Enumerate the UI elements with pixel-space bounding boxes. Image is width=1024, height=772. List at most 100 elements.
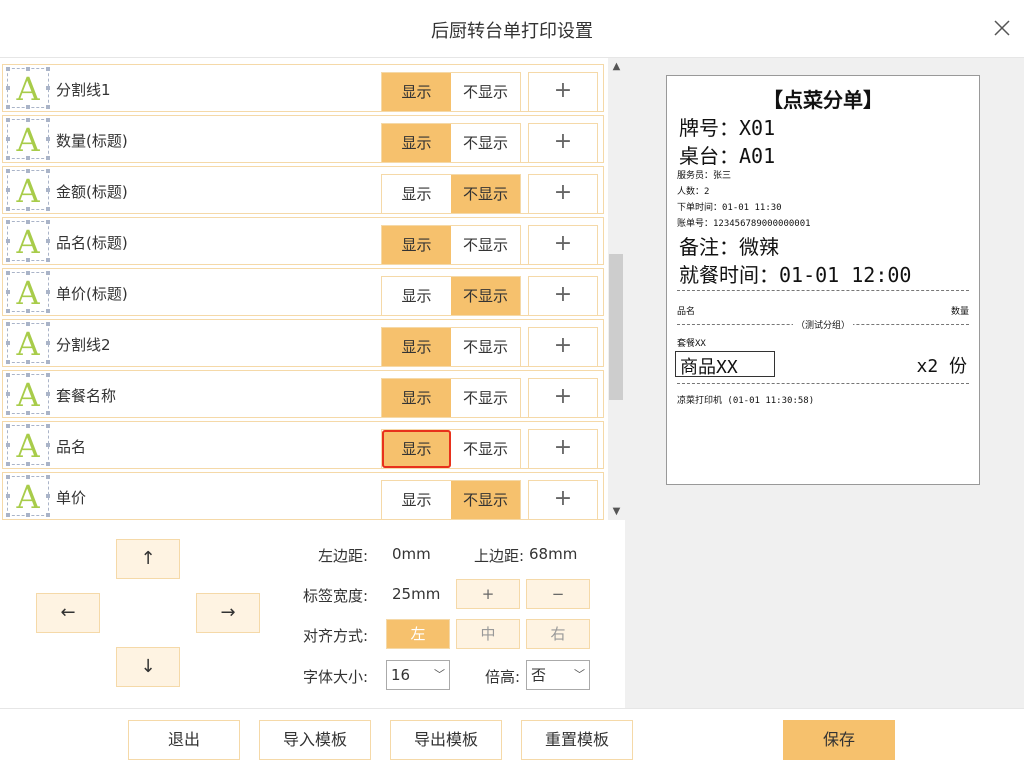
move-right-button[interactable]: → [196, 593, 260, 633]
arrow-left-icon: ← [60, 602, 76, 623]
icon-handle [46, 494, 50, 498]
show-button[interactable]: 显示 [382, 175, 451, 213]
arrow-up-icon: ↑ [140, 548, 156, 569]
hide-button[interactable]: 不显示 [451, 277, 520, 315]
hide-button[interactable]: 不显示 [451, 328, 520, 366]
show-button[interactable]: 显示 [382, 481, 451, 519]
icon-handle [6, 220, 10, 224]
show-button[interactable]: 显示 [382, 73, 451, 111]
icon-handle [46, 462, 50, 466]
add-field-button[interactable]: + [528, 276, 598, 316]
icon-handle [6, 188, 10, 192]
double-height-select[interactable]: 否 ﹀ [526, 660, 590, 690]
receipt-remark: 备注：微辣 [679, 235, 779, 259]
add-field-button[interactable]: + [528, 327, 598, 367]
icon-handle [26, 258, 30, 262]
receipt-item-name: 商品XX [680, 357, 738, 378]
icon-handle [6, 258, 10, 262]
font-size-select[interactable]: 16 ﹀ [386, 660, 450, 690]
move-up-button[interactable]: ↑ [116, 539, 180, 579]
add-field-button[interactable]: + [528, 225, 598, 265]
icon-handle [46, 137, 50, 141]
icon-handle [46, 392, 50, 396]
hide-button[interactable]: 不显示 [451, 73, 520, 111]
export-template-button[interactable]: 导出模板 [390, 720, 502, 760]
icon-handle [26, 322, 30, 326]
field-list-scrollbar[interactable]: ▲ ▼ [608, 58, 625, 520]
icon-handle [46, 309, 50, 313]
icon-handle [46, 169, 50, 173]
close-button[interactable] [990, 16, 1014, 40]
field-row: A 品名(标题) 显示 不显示 + [2, 217, 604, 265]
scroll-thumb[interactable] [609, 254, 623, 400]
field-row-label: 分割线1 [56, 81, 111, 99]
icon-handle [46, 411, 50, 415]
hide-button[interactable]: 不显示 [451, 124, 520, 162]
icon-handle [26, 411, 30, 415]
import-template-button[interactable]: 导入模板 [259, 720, 371, 760]
text-field-icon-letter: A [16, 121, 40, 159]
exit-button[interactable]: 退出 [128, 720, 240, 760]
icon-handle [6, 392, 10, 396]
move-down-button[interactable]: ↓ [116, 647, 180, 687]
icon-handle [6, 424, 10, 428]
icon-handle [26, 207, 30, 211]
add-field-button[interactable]: + [528, 480, 598, 520]
icon-handle [26, 424, 30, 428]
add-field-button[interactable]: + [528, 174, 598, 214]
icon-handle [46, 360, 50, 364]
add-field-button[interactable]: + [528, 429, 598, 469]
scroll-down-arrow-icon[interactable]: ▼ [608, 503, 625, 520]
icon-handle [6, 462, 10, 466]
align-right-button[interactable]: 右 [526, 619, 590, 649]
align-left-button[interactable]: 左 [386, 619, 450, 649]
label-width-minus-button[interactable]: − [526, 579, 590, 609]
hide-button[interactable]: 不显示 [451, 481, 520, 519]
text-field-icon: A [6, 67, 50, 109]
show-button[interactable]: 显示 [382, 328, 451, 366]
show-button[interactable]: 显示 [382, 124, 451, 162]
show-button[interactable]: 显示 [382, 226, 451, 264]
field-row-label: 单价(标题) [56, 285, 128, 303]
dialog-titlebar: 后厨转台单打印设置 [0, 0, 1024, 58]
label-width-label: 标签宽度: [302, 587, 368, 605]
arrow-down-icon: ↓ [140, 656, 156, 677]
icon-handle [6, 513, 10, 517]
icon-handle [46, 118, 50, 122]
icon-handle [6, 105, 10, 109]
show-button[interactable]: 显示 [382, 277, 451, 315]
receipt-divider-2 [677, 383, 969, 384]
hide-button[interactable]: 不显示 [451, 226, 520, 264]
visibility-toggle: 显示 不显示 [381, 480, 521, 520]
move-left-button[interactable]: ← [36, 593, 100, 633]
text-field-icon: A [6, 169, 50, 211]
reset-template-button[interactable]: 重置模板 [521, 720, 633, 760]
icon-handle [6, 360, 10, 364]
show-button[interactable]: 显示 [382, 430, 451, 468]
field-row: A 单价 显示 不显示 + [2, 472, 604, 520]
hide-button[interactable]: 不显示 [451, 175, 520, 213]
add-field-button[interactable]: + [528, 123, 598, 163]
chevron-down-icon: ﹀ [434, 668, 445, 681]
close-icon [994, 20, 1010, 36]
icon-handle [46, 424, 50, 428]
show-button[interactable]: 显示 [382, 379, 451, 417]
add-field-button[interactable]: + [528, 378, 598, 418]
hide-button[interactable]: 不显示 [451, 430, 520, 468]
scroll-up-arrow-icon[interactable]: ▲ [608, 58, 625, 75]
field-row: A 单价(标题) 显示 不显示 + [2, 268, 604, 316]
align-center-button[interactable]: 中 [456, 619, 520, 649]
icon-handle [6, 411, 10, 415]
receipt-guests: 人数：2 [677, 187, 710, 197]
text-field-icon: A [6, 220, 50, 262]
icon-handle [46, 475, 50, 479]
label-width-plus-button[interactable]: + [456, 579, 520, 609]
receipt-col-qty: 数量 [950, 307, 969, 317]
receipt-item-qty: x2 份 [916, 356, 967, 377]
hide-button[interactable]: 不显示 [451, 379, 520, 417]
receipt-waiter: 服务员：张三 [677, 171, 732, 181]
add-field-button[interactable]: + [528, 72, 598, 112]
font-size-label: 字体大小: [302, 668, 368, 686]
save-button[interactable]: 保存 [783, 720, 895, 760]
field-row-label: 品名(标题) [56, 234, 128, 252]
